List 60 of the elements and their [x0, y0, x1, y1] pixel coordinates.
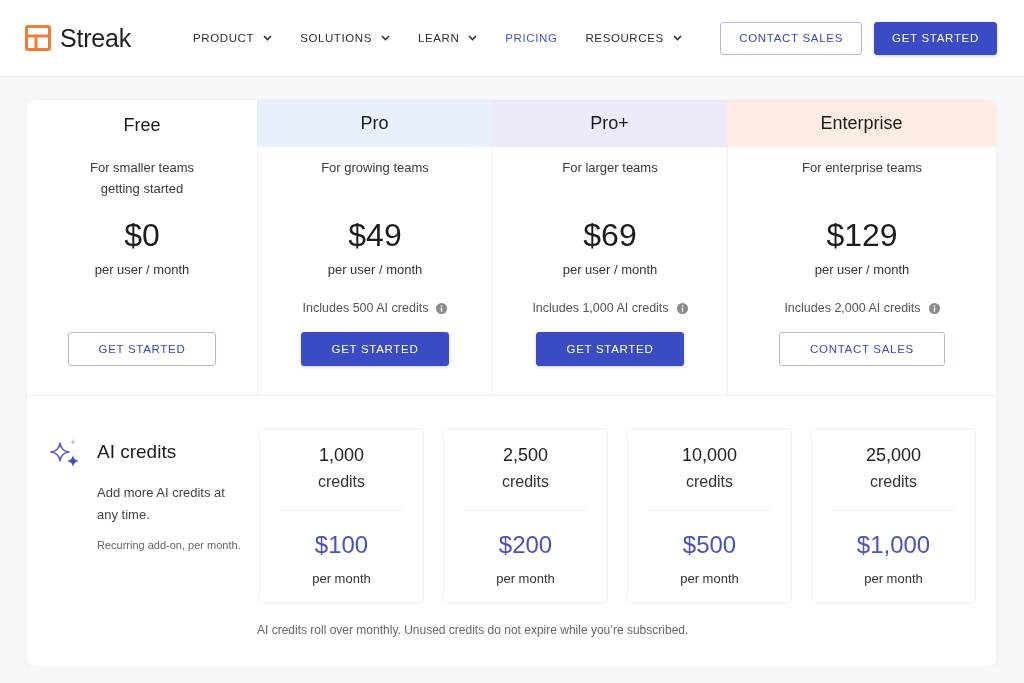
included-credits-text: Includes 1,000 AI credits	[532, 301, 669, 315]
home-logo-link[interactable]: Streak	[25, 23, 132, 53]
pack-period: per month	[680, 570, 739, 588]
nav-link[interactable]: PRICING	[505, 32, 558, 44]
included-credits-text: Includes 500 AI credits	[302, 301, 429, 315]
credit-unit: credits	[685, 472, 734, 492]
price-period: per user / month	[327, 261, 423, 279]
logo-icon	[25, 25, 51, 51]
price-period: per user / month	[814, 261, 910, 279]
pack-period: per month	[312, 570, 371, 588]
plan-description: For smaller teams getting started	[89, 159, 195, 198]
nav-link[interactable]: RESOURCES	[585, 32, 682, 44]
included-credits-text: Includes 2,000 AI credits	[784, 301, 921, 315]
plan-price: $69	[583, 216, 637, 255]
chevron-down-icon	[263, 35, 273, 41]
plan-title: Pro	[360, 113, 389, 134]
price-period: per user / month	[562, 261, 658, 279]
pack-price: $500	[682, 530, 737, 560]
plan-button[interactable]: GET STARTED	[67, 332, 217, 366]
credit-unit: credits	[869, 472, 918, 492]
pack-price: $1,000	[856, 530, 931, 560]
nav-link[interactable]: SOLUTIONS	[300, 32, 390, 44]
section-description: Add more AI credits at any time.	[97, 484, 226, 524]
plan-title: Enterprise	[820, 113, 903, 134]
credit-unit: credits	[501, 472, 550, 492]
sparkle-icon	[50, 438, 80, 468]
credit-amount: 2,500	[502, 444, 548, 467]
plan-button[interactable]: GET STARTED	[535, 332, 685, 366]
plan-price: $0	[124, 216, 160, 255]
pack-price: $200	[498, 530, 553, 560]
info-icon[interactable]	[436, 302, 448, 314]
pack-period: per month	[864, 570, 923, 588]
plan-button[interactable]: CONTACT SALES	[779, 332, 945, 366]
section-title: AI credits	[97, 440, 178, 464]
chevron-down-icon	[381, 35, 390, 41]
chevron-down-icon	[672, 35, 682, 41]
info-icon[interactable]	[928, 302, 940, 314]
plan-title: Pro+	[590, 113, 629, 134]
plan-button[interactable]: GET STARTED	[300, 332, 450, 366]
pack-price: $100	[314, 530, 369, 560]
nav-link[interactable]: PRODUCT	[193, 32, 273, 44]
plan-description: For enterprise teams	[802, 159, 922, 177]
footnote-text: AI credits roll over monthly. Unused credits do not expire while you’re subscribed.	[257, 622, 690, 639]
credit-amount: 25,000	[865, 444, 922, 467]
plan-description: For growing teams	[321, 159, 429, 177]
chevron-down-icon	[468, 35, 478, 41]
plan-description: For larger teams	[562, 159, 658, 177]
plan-title: Free	[123, 114, 161, 136]
info-icon[interactable]	[676, 302, 688, 314]
header-button[interactable]: GET STARTED	[874, 21, 997, 55]
nav-link[interactable]: LEARN	[418, 32, 478, 44]
price-period: per user / month	[94, 261, 190, 279]
section-note: Recurring add-on, per month.	[97, 538, 242, 553]
credit-unit: credits	[317, 472, 366, 492]
credit-amount: 10,000	[681, 444, 738, 467]
plan-price: $129	[826, 216, 898, 255]
header-button[interactable]: CONTACT SALES	[720, 21, 863, 55]
credit-amount: 1,000	[318, 444, 364, 467]
pack-period: per month	[496, 570, 555, 588]
plan-price: $49	[348, 216, 402, 255]
